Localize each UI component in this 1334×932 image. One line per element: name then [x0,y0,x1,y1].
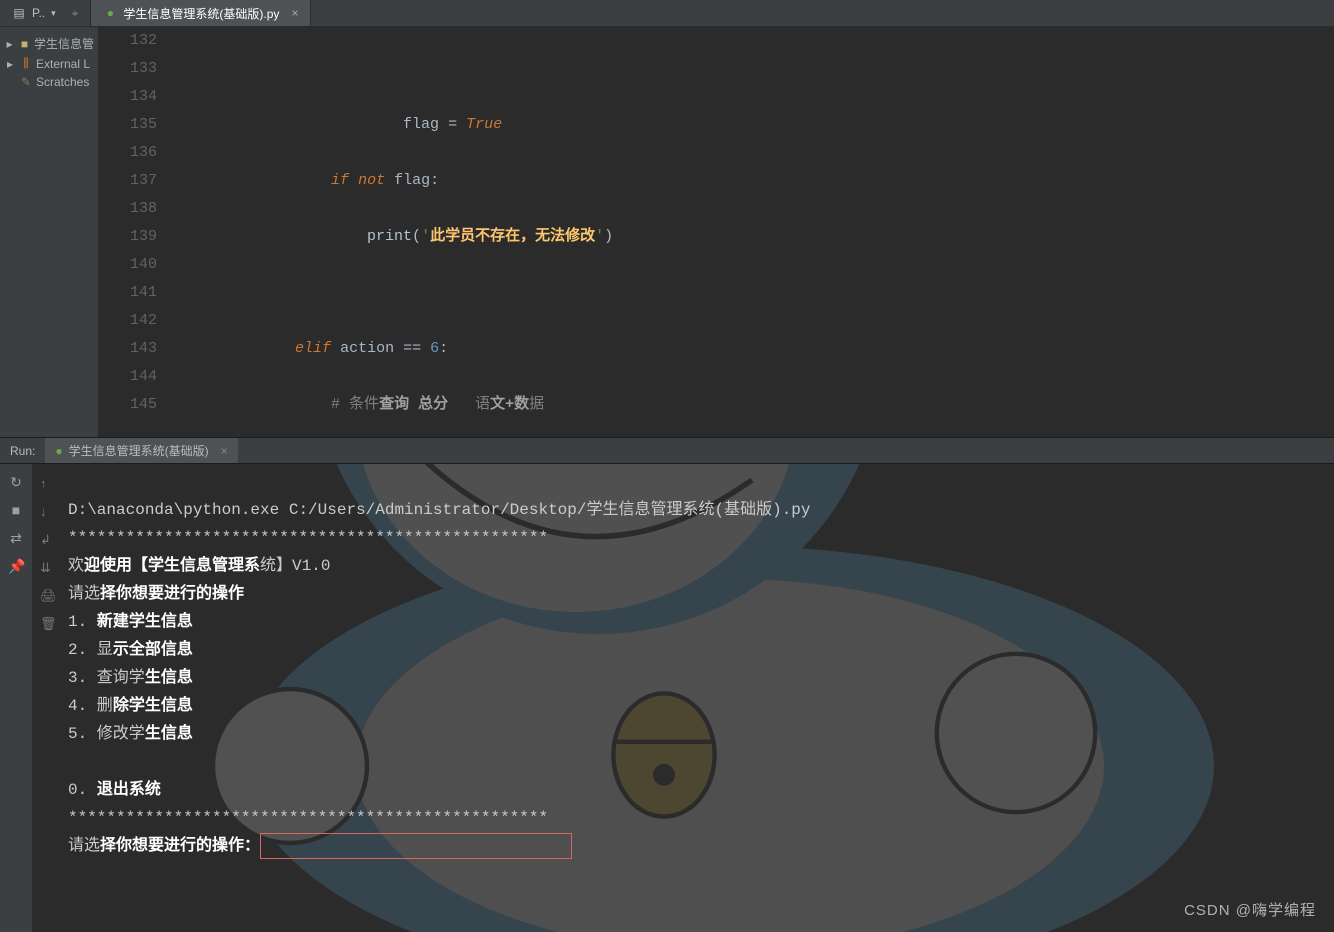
blank-icon [4,75,16,89]
editor-tab-label: 学生信息管理系统(基础版).py [123,5,279,22]
library-icon: ⫼ [20,56,32,71]
tree-item-project[interactable]: ▸ ■ 学生信息管 [0,33,98,54]
target-icon[interactable]: ⌖ [72,6,79,21]
run-tab[interactable]: ● 学生信息管理系统(基础版) × [45,438,237,463]
close-icon[interactable]: × [291,6,298,20]
scroll-icon[interactable]: ⇊ [40,560,54,574]
tree-label-scratches: Scratches [36,75,89,89]
code-editor[interactable]: 132133134 135136137 138139140 141142143 … [99,27,1334,437]
clear-icon[interactable]: 🗑 [40,616,54,630]
code-body[interactable]: flag = True if not flag: print('此学员不存在，无… [187,27,1334,437]
pin-icon[interactable]: 📌 [8,558,24,574]
tree-item-scratches[interactable]: ✎ Scratches [0,73,98,91]
rerun-icon[interactable]: ↻ [8,474,24,490]
editor-gutter: 132133134 135136137 138139140 141142143 … [99,27,169,437]
layout-icon[interactable]: ⇄ [8,530,24,546]
console-output[interactable]: D:\anaconda\python.exe C:/Users/Administ… [62,464,1334,932]
down-icon[interactable]: ↓ [40,504,54,518]
project-dropdown-tab[interactable]: ▤ P.. ▾ ⌖ [0,0,91,26]
folder-icon: ■ [19,37,30,51]
editor-tabstrip: ▤ P.. ▾ ⌖ ● 学生信息管理系统(基础版).py × [0,0,1334,27]
console-stars: ****************************************… [68,529,548,547]
run-toolwindow-header: Run: ● 学生信息管理系统(基础版) × [0,437,1334,464]
console-actions-column: ↑ ↓ ↲ ⇊ 🖨 🗑 [32,464,62,932]
stop-icon[interactable]: ■ [8,502,24,518]
close-icon[interactable]: × [221,444,228,458]
editor-tab-active[interactable]: ● 学生信息管理系统(基础版).py × [91,0,311,26]
up-icon[interactable]: ↑ [40,476,54,490]
console-stars2: ****************************************… [68,809,548,827]
tree-label-libraries: External L [36,57,90,71]
console-cmd: D:\anaconda\python.exe C:/Users/Administ… [68,501,811,519]
python-file-icon: ● [103,6,117,20]
chevron-right-icon: ▸ [4,57,16,71]
wrap-icon[interactable]: ↲ [40,532,54,546]
project-icon: ▤ [12,6,26,20]
run-tab-label: 学生信息管理系统(基础版) [69,442,209,459]
fold-column[interactable] [169,27,187,437]
tree-item-libraries[interactable]: ▸ ⫼ External L [0,54,98,73]
project-dropdown-label: P.. [32,6,45,20]
console-input[interactable] [260,833,572,859]
scratch-icon: ✎ [20,75,32,89]
python-file-icon: ● [55,444,62,458]
watermark: CSDN @嗨学编程 [1184,899,1316,920]
project-tree[interactable]: ▸ ■ 学生信息管 ▸ ⫼ External L ✎ Scratches [0,27,99,437]
chevron-right-icon: ▸ [4,37,15,51]
chevron-down-icon: ▾ [51,8,56,19]
run-label: Run: [0,444,45,458]
tree-label-project: 学生信息管 [34,35,94,52]
run-actions-column: ↻ ■ ⇄ 📌 [0,464,32,932]
print-icon[interactable]: 🖨 [40,588,54,602]
